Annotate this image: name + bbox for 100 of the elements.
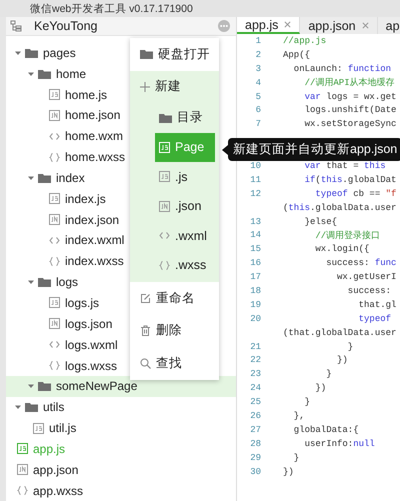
line-number: 25 (249, 397, 261, 408)
tree-item[interactable]: utils (6, 396, 68, 418)
tree-item[interactable]: logs.wxss (6, 355, 122, 376)
file-icon (49, 110, 60, 121)
line-number: 23 (249, 369, 261, 380)
line-number: 16 (249, 258, 261, 268)
tree-item[interactable]: index.json (6, 209, 124, 230)
line-number: 11 (249, 174, 261, 185)
code-line: } (325, 369, 332, 380)
caret-icon[interactable] (15, 404, 21, 410)
caret-icon[interactable] (28, 383, 34, 390)
file-icon (49, 297, 60, 308)
file-icon (49, 318, 60, 330)
line-number: 26 (249, 410, 261, 421)
menu-item[interactable]: .json (155, 192, 215, 221)
file-name: app.js (33, 442, 66, 456)
tree-item[interactable]: app.wxss (6, 480, 88, 501)
folder-icon (38, 172, 51, 183)
tree-item[interactable]: home.wxm (6, 126, 128, 147)
code-line: }) (283, 466, 294, 477)
file-name: logs (56, 275, 78, 290)
caret-icon[interactable] (28, 174, 34, 181)
tree-item[interactable]: home.json (6, 104, 124, 126)
line-number: 22 (249, 355, 261, 366)
code-line: var logs = wx.get (304, 92, 396, 102)
file-name: pages (43, 46, 76, 60)
caret-icon[interactable] (15, 50, 21, 56)
file-icon (17, 464, 28, 476)
code-line: typeof cb == "f (314, 188, 396, 199)
code-line: (this.globalData.user (283, 202, 396, 213)
tree-item[interactable]: logs.js (6, 292, 104, 314)
tree-item[interactable]: someNewPage (6, 376, 236, 397)
line-number: 28 (249, 438, 261, 449)
file-name: util.js (49, 421, 76, 436)
tree-item[interactable]: logs.wxml (6, 334, 122, 356)
close-icon[interactable] (284, 21, 292, 28)
code-brackets-icon (49, 234, 60, 246)
menu-item[interactable]: 删除 (130, 314, 219, 347)
tree-item[interactable]: home (6, 63, 90, 84)
window-title: 微信web开发者工具 v0.17.171900 (30, 2, 193, 16)
search-icon (140, 358, 151, 369)
line-number: 1 (254, 36, 261, 46)
tree-item[interactable]: util.js (6, 418, 80, 438)
line-number: 5 (254, 92, 261, 102)
file-icon (159, 142, 170, 153)
menu-item[interactable]: 重命名 (130, 282, 219, 314)
code-line: if(this.globalDat (304, 174, 396, 185)
plus-icon (140, 82, 150, 92)
code-line: globalData:{ (292, 424, 359, 435)
tree-item[interactable]: app.json (6, 459, 82, 480)
braces-icon (49, 360, 60, 372)
tree-item[interactable]: index.wxss (6, 250, 128, 272)
menu-item[interactable]: .wxss (155, 250, 215, 280)
file-name: index.json (65, 212, 120, 227)
code-line: }, (292, 410, 305, 421)
caret-icon[interactable] (28, 279, 34, 286)
code-line: } (304, 397, 310, 408)
line-number: 19 (249, 300, 261, 310)
tree-item[interactable]: home.wxss (6, 146, 130, 168)
tree-item[interactable]: logs.json (6, 313, 116, 334)
line-number: 24 (249, 383, 261, 394)
braces-icon (159, 260, 170, 271)
menu-item[interactable]: 硬盘打开 (130, 38, 219, 70)
line-number: 27 (249, 424, 261, 435)
file-name: logs.wxss (65, 358, 118, 373)
menu-item[interactable]: .wxml (155, 221, 215, 250)
tree-item[interactable]: index.js (6, 188, 110, 210)
menu-item[interactable]: .js (155, 162, 215, 192)
file-icon (33, 422, 44, 434)
tree-item[interactable]: index (6, 168, 89, 188)
code-line: //app.js (283, 36, 326, 46)
tree-structure-icon[interactable] (10, 20, 22, 32)
caret-icon[interactable] (28, 70, 34, 77)
line-number: 4 (254, 78, 261, 88)
file-name: home.js (65, 88, 108, 102)
menu-item[interactable]: 目录 (155, 103, 215, 132)
editor-tab[interactable]: app.json (300, 17, 378, 34)
file-name: index.wxml (65, 233, 124, 248)
tree-item[interactable]: index.wxml (6, 230, 128, 251)
file-icon (17, 443, 28, 454)
line-number: 18 (249, 286, 261, 296)
file-name: logs.json (65, 316, 112, 331)
editor-tab[interactable]: ap (378, 17, 400, 34)
folder-icon (38, 277, 51, 288)
tree-item[interactable]: pages (6, 42, 80, 64)
line-number: 21 (249, 342, 261, 352)
editor-tab[interactable]: app.js (237, 17, 300, 34)
tree-item[interactable]: home.js (6, 84, 112, 105)
menu-item[interactable]: 新建 (130, 70, 219, 103)
code-line: success: func (325, 258, 396, 268)
code-line: (that.globalData.user (283, 328, 396, 338)
line-number: 17 (249, 272, 261, 282)
file-icon (159, 200, 170, 212)
close-icon[interactable] (362, 22, 369, 29)
folder-icon (25, 48, 38, 58)
code-line: }) (314, 383, 326, 394)
tree-item[interactable]: logs (6, 272, 82, 293)
edit-icon (140, 292, 151, 304)
code-line: success: (346, 286, 392, 296)
line-number: 13 (249, 216, 261, 227)
